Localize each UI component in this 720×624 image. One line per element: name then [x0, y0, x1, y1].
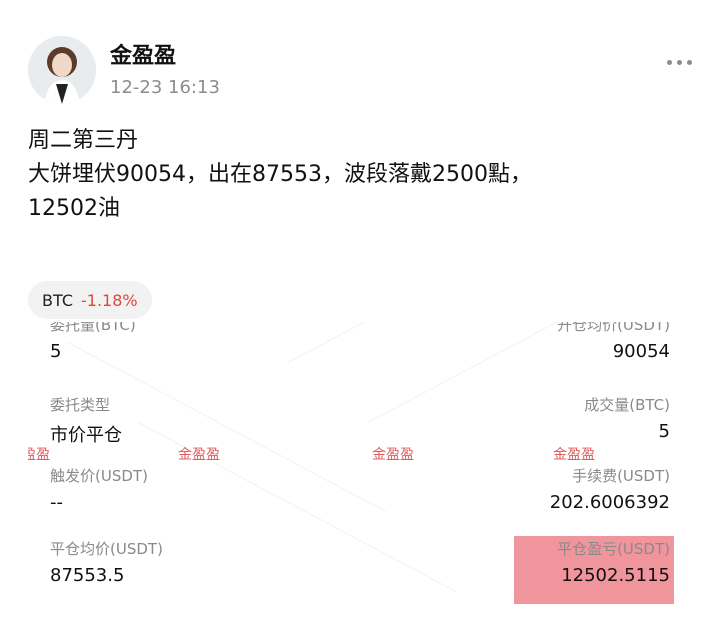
- field-right-3: 手续费(USDT) 202.6006392: [550, 465, 670, 513]
- field-label: 平仓均价(USDT): [50, 540, 163, 558]
- avatar[interactable]: [28, 36, 96, 104]
- avatar-image: [28, 36, 96, 104]
- field-value: 12502.5115: [561, 565, 670, 586]
- field-value: 202.6006392: [549, 492, 670, 513]
- field-entrust-qty: 委托量(BTC) 5: [50, 322, 136, 362]
- post-text: 周二第三丹 大饼埋伏90054，出在87553，波段落戴2500點， 12502…: [28, 124, 688, 226]
- watermark: 金盈盈: [372, 447, 414, 463]
- field-value: 90054: [612, 341, 670, 362]
- ticker-symbol: BTC: [42, 290, 73, 310]
- field-value: 市价平仓: [50, 425, 122, 446]
- post-timestamp: 12-23 16:13: [110, 77, 220, 98]
- field-label: 委托类型: [50, 396, 111, 414]
- field-close-avg: 平仓均价(USDT) 87553.5: [50, 538, 163, 586]
- field-label: 平仓盈亏(USDT): [557, 540, 670, 558]
- order-card: 委托量(BTC) 5 开仓均价(USDT) 90054 委托类型 市价平仓 成交…: [28, 322, 692, 612]
- field-avg-open: 开仓均价(USDT) 90054: [557, 322, 670, 362]
- field-label: 委托量(BTC): [50, 322, 136, 334]
- field-pnl: 平仓盈亏(USDT) 12502.5115: [557, 538, 670, 586]
- ticker-change: -1.18%: [80, 290, 138, 310]
- post-line: 周二第三丹: [28, 128, 139, 153]
- field-value: --: [50, 492, 63, 513]
- field-label: 手续费(USDT): [572, 467, 670, 485]
- post-line: 12502油: [28, 196, 120, 221]
- username[interactable]: 金盈盈: [110, 38, 176, 70]
- field-value: 5: [50, 341, 62, 362]
- watermark: 金盈盈: [178, 447, 220, 463]
- field-filled: 成交量(BTC) 5: [584, 394, 670, 442]
- ticker-chip[interactable]: BTC -1.18%: [28, 281, 152, 319]
- field-trigger: 触发价(USDT) --: [50, 465, 148, 513]
- watermark: 盈盈: [28, 447, 50, 463]
- more-dots-icon[interactable]: [667, 60, 692, 65]
- field-label: 触发价(USDT): [50, 467, 148, 485]
- field-value: 87553.5: [50, 565, 125, 586]
- field-value: 5: [658, 421, 670, 442]
- field-label: 开仓均价(USDT): [557, 322, 670, 334]
- field-entrust-type: 委托类型 市价平仓: [50, 394, 122, 447]
- watermark: 金盈盈: [553, 447, 595, 463]
- post-line: 大饼埋伏90054，出在87553，波段落戴2500點，: [28, 162, 532, 187]
- field-label: 成交量(BTC): [584, 396, 670, 414]
